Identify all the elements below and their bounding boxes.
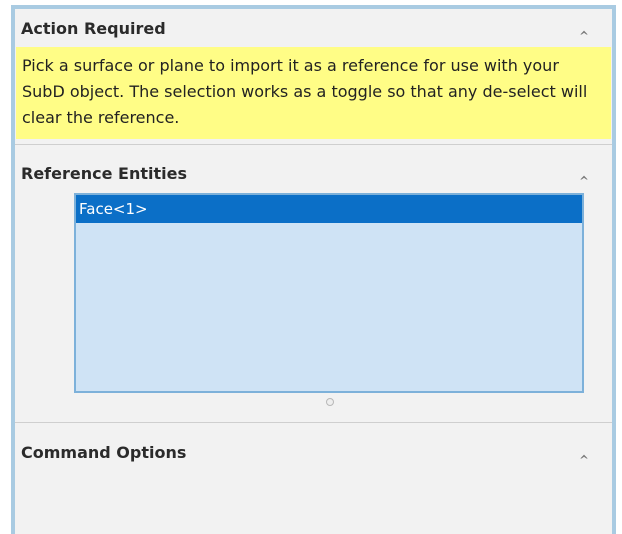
list-item[interactable]: Face<1> [76,195,582,223]
property-manager-panel: Action Required ‸ Pick a surface or plan… [11,5,616,534]
chevron-up-icon[interactable]: ‸ [576,443,592,459]
section-divider [15,144,612,145]
reference-entities-listbox[interactable]: Face<1> [74,193,584,393]
action-required-message: Pick a surface or plane to import it as … [16,47,611,139]
action-required-section: Action Required ‸ Pick a surface or plan… [15,9,612,139]
action-required-title: Action Required [21,18,166,38]
reference-entities-header[interactable]: Reference Entities ‸ [15,153,612,193]
command-options-section: Command Options ‸ [15,423,612,481]
chevron-up-icon[interactable]: ‸ [576,164,592,180]
action-required-header[interactable]: Action Required ‸ [15,9,612,47]
command-options-title: Command Options [21,442,187,462]
listbox-resize-handle[interactable] [326,398,334,406]
command-options-header[interactable]: Command Options ‸ [15,423,612,481]
reference-entities-section: Reference Entities ‸ Face<1> [15,153,612,422]
reference-entities-title: Reference Entities [21,163,187,183]
chevron-up-icon[interactable]: ‸ [576,19,592,35]
